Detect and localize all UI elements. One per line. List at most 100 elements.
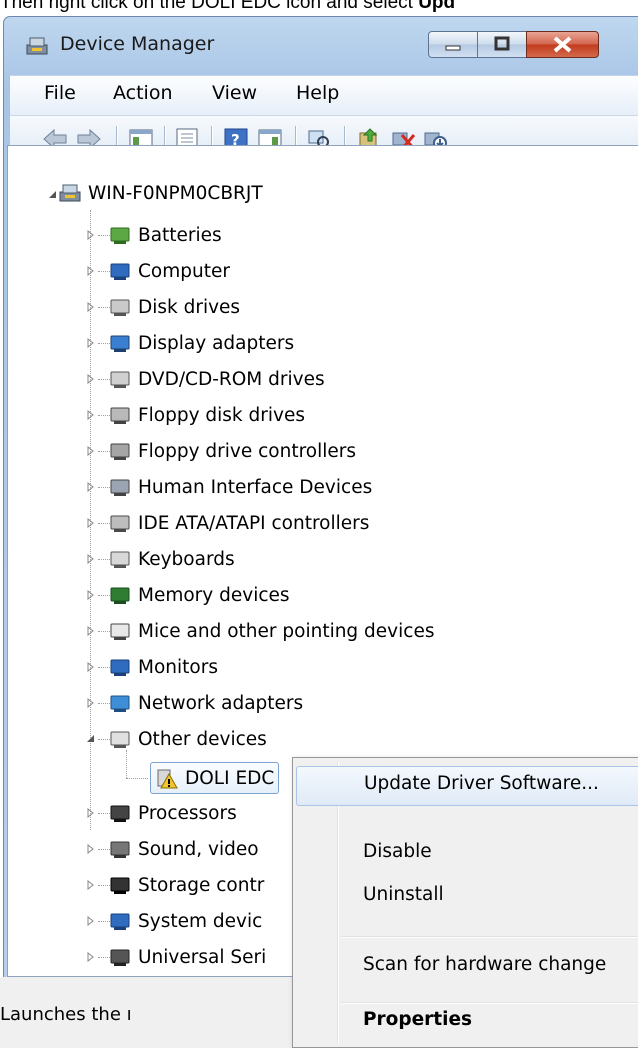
display-adapter-icon xyxy=(110,335,130,352)
tree-item-label: Storage contr xyxy=(138,874,265,896)
tree-item-other-devices[interactable]: Other devices xyxy=(108,722,267,756)
tree-item-floppy-drive-controllers[interactable]: Floppy drive controllers xyxy=(108,434,356,468)
disable-label: Disable xyxy=(363,841,432,862)
expand-arrow-icon[interactable] xyxy=(86,374,96,384)
expand-arrow-icon[interactable] xyxy=(86,844,96,854)
tree-item-label: System devic xyxy=(138,910,263,932)
collapse-root-icon[interactable] xyxy=(48,190,58,200)
tree-item-label: Monitors xyxy=(138,656,218,678)
properties-label: Properties xyxy=(363,1009,473,1030)
menu-update-driver-software[interactable]: Update Driver Software... xyxy=(296,766,638,806)
expand-arrow-icon[interactable] xyxy=(86,302,96,312)
tree-item-monitors[interactable]: Monitors xyxy=(108,650,218,684)
battery-icon xyxy=(110,227,130,244)
tree-item-universal-seri[interactable]: Universal Seri xyxy=(108,940,266,974)
menu-action[interactable]: Action xyxy=(113,82,173,104)
title-bar[interactable]: Device Manager xyxy=(4,17,638,75)
tree-item-memory-devices[interactable]: Memory devices xyxy=(108,578,290,612)
menu-scan-hardware[interactable]: Scan for hardware change xyxy=(296,948,638,986)
tree-item-label: Processors xyxy=(138,802,237,824)
device-manager-icon xyxy=(26,37,48,55)
menu-help[interactable]: Help xyxy=(296,82,339,104)
usb-icon xyxy=(110,949,130,966)
menu-file[interactable]: File xyxy=(44,82,76,104)
expand-arrow-icon[interactable] xyxy=(86,410,96,420)
tree-item-label: Mice and other pointing devices xyxy=(138,620,435,642)
expand-arrow-icon[interactable] xyxy=(86,554,96,564)
tree-item-human-interface-devices[interactable]: Human Interface Devices xyxy=(108,470,372,504)
tree-item-label: Memory devices xyxy=(138,584,290,606)
menu-view[interactable]: View xyxy=(212,82,257,104)
uninstall-label: Uninstall xyxy=(363,884,444,905)
menu-bar: File Action View Help xyxy=(10,75,638,116)
window-title: Device Manager xyxy=(60,33,215,55)
other-devices-icon xyxy=(110,731,130,748)
minimize-button[interactable] xyxy=(428,31,478,58)
tree-item-label: Human Interface Devices xyxy=(138,476,373,498)
tree-item-storage-contr[interactable]: Storage contr xyxy=(108,868,264,902)
tree-item-ide-ata-atapi-controllers[interactable]: IDE ATA/ATAPI controllers xyxy=(108,506,369,540)
caption-bold-text: Upd xyxy=(418,0,456,13)
tree-item-label: DVD/CD-ROM drives xyxy=(138,368,325,390)
tree-item-floppy-disk-drives[interactable]: Floppy disk drives xyxy=(108,398,305,432)
monitor-icon xyxy=(110,659,130,676)
close-button[interactable] xyxy=(526,31,599,58)
tree-item-label: Sound, video xyxy=(138,838,259,860)
floppy-controller-icon xyxy=(110,443,130,460)
minimize-icon xyxy=(445,45,461,51)
expand-arrow-icon[interactable] xyxy=(86,338,96,348)
speaker-icon xyxy=(110,841,130,858)
processor-icon xyxy=(110,805,130,822)
hid-icon xyxy=(110,479,130,496)
expand-arrow-icon[interactable] xyxy=(86,698,96,708)
menu-uninstall[interactable]: Uninstall xyxy=(296,878,638,916)
expand-arrow-icon[interactable] xyxy=(86,266,96,276)
dvd-drive-icon xyxy=(110,371,130,388)
tree-item-network-adapters[interactable]: Network adapters xyxy=(108,686,303,720)
tree-item-label: Batteries xyxy=(138,224,222,246)
tree-item-processors[interactable]: Processors xyxy=(108,796,237,830)
expand-arrow-icon[interactable] xyxy=(86,626,96,636)
computer-root-icon xyxy=(59,184,81,202)
tree-item-dvd-cd-rom-drives[interactable]: DVD/CD-ROM drives xyxy=(108,362,325,396)
expand-arrow-icon[interactable] xyxy=(86,518,96,528)
tree-item-system-devic[interactable]: System devic xyxy=(108,904,262,938)
mouse-icon xyxy=(110,623,130,640)
tree-item-sound-video[interactable]: Sound, video xyxy=(108,832,259,866)
tree-item-computer[interactable]: Computer xyxy=(108,254,230,288)
scan-hardware-label: Scan for hardware change xyxy=(363,954,607,975)
tree-item-label: Floppy drive controllers xyxy=(138,440,357,462)
expand-arrow-icon[interactable] xyxy=(86,590,96,600)
tree-item-label: Computer xyxy=(138,260,230,282)
tree-item-label: Other devices xyxy=(138,728,267,750)
expand-arrow-icon[interactable] xyxy=(86,230,96,240)
expand-arrow-icon[interactable] xyxy=(86,662,96,672)
expand-arrow-icon[interactable] xyxy=(86,808,96,818)
tree-item-keyboards[interactable]: Keyboards xyxy=(108,542,235,576)
caption-text: Then right click on the DOLI EDC icon an… xyxy=(0,0,419,13)
menu-properties[interactable]: Properties xyxy=(296,1003,638,1041)
collapse-arrow-icon[interactable] xyxy=(86,734,96,744)
context-menu: Update Driver Software... Disable Uninst… xyxy=(292,757,638,1048)
expand-arrow-icon[interactable] xyxy=(86,952,96,962)
expand-arrow-icon[interactable] xyxy=(86,880,96,890)
expand-arrow-icon[interactable] xyxy=(86,916,96,926)
tree-root[interactable]: WIN-F0NPM0CBRJT xyxy=(58,176,263,210)
expand-arrow-icon[interactable] xyxy=(86,482,96,492)
tree-item-disk-drives[interactable]: Disk drives xyxy=(108,290,240,324)
tree-item-label: Keyboards xyxy=(138,548,235,570)
status-text: Launches the ı xyxy=(0,1004,132,1025)
tree-item-batteries[interactable]: Batteries xyxy=(108,218,222,252)
maximize-button[interactable] xyxy=(477,31,527,58)
instruction-caption: Then right click on the DOLI EDC icon an… xyxy=(0,0,638,14)
menu-disable[interactable]: Disable xyxy=(296,835,638,873)
network-adapter-icon xyxy=(110,695,130,712)
tree-item-display-adapters[interactable]: Display adapters xyxy=(108,326,294,360)
expand-arrow-icon[interactable] xyxy=(86,446,96,456)
tree-item-label: Floppy disk drives xyxy=(138,404,305,426)
tree-item-mice-and-other-pointing-devices[interactable]: Mice and other pointing devices xyxy=(108,614,434,648)
tree-item-label: Display adapters xyxy=(138,332,295,354)
computer-icon xyxy=(110,263,130,280)
system-device-icon xyxy=(110,913,130,930)
tree-item-doli-edc[interactable]: DOLI EDC xyxy=(146,761,280,795)
